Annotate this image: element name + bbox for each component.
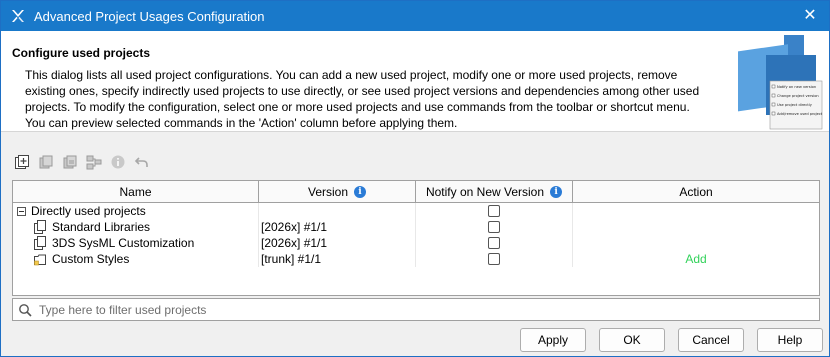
table-header: Name Version i Notify on New Version i Act… bbox=[13, 181, 819, 203]
project-icon bbox=[34, 220, 46, 234]
row-name: 3DS SysML Customization bbox=[52, 236, 195, 250]
column-header-name[interactable]: Name bbox=[13, 181, 259, 202]
header-title: Configure used projects bbox=[12, 46, 151, 60]
close-icon[interactable]: ✕ bbox=[801, 7, 819, 25]
row-version: [2026x] #1/1 bbox=[261, 220, 328, 234]
row-name: Standard Libraries bbox=[52, 220, 151, 234]
header-panel: Configure used projects This dialog list… bbox=[1, 31, 829, 132]
row-action-cell bbox=[573, 235, 819, 251]
group-action-cell bbox=[573, 203, 819, 219]
help-button[interactable]: Help bbox=[757, 328, 823, 352]
app-logo-icon bbox=[12, 10, 24, 22]
window-title: Advanced Project Usages Configuration bbox=[34, 8, 265, 24]
column-version-label: Version bbox=[307, 184, 349, 199]
group-name-cell: Directly used projects bbox=[13, 203, 259, 219]
dependencies-icon[interactable] bbox=[85, 153, 103, 171]
row-name: Custom Styles bbox=[52, 252, 130, 266]
folder-project-icon bbox=[34, 254, 46, 266]
table-row[interactable]: Standard Libraries [2026x] #1/1 bbox=[13, 219, 819, 235]
info-icon[interactable] bbox=[109, 153, 127, 171]
used-projects-table: Name Version i Notify on New Version i Act… bbox=[12, 180, 820, 296]
paste-icon[interactable] bbox=[61, 153, 79, 171]
table-row[interactable]: 3DS SysML Customization [2026x] #1/1 bbox=[13, 235, 819, 251]
art-line-2: Change project version bbox=[777, 94, 819, 98]
column-header-notify[interactable]: Notify on New Version i bbox=[416, 181, 573, 202]
table-row[interactable]: Custom Styles [trunk] #1/1 Add bbox=[13, 251, 819, 267]
row-version: [trunk] #1/1 bbox=[261, 252, 322, 266]
search-icon bbox=[19, 303, 32, 317]
add-project-icon[interactable] bbox=[13, 153, 31, 171]
title-bar: Advanced Project Usages Configuration ✕ bbox=[1, 1, 829, 31]
notify-checkbox[interactable] bbox=[488, 253, 500, 265]
filter-box bbox=[12, 298, 820, 321]
collapse-toggle-icon[interactable] bbox=[17, 206, 26, 216]
row-version-cell: [2026x] #1/1 bbox=[259, 219, 416, 235]
row-notify-cell bbox=[416, 251, 573, 267]
ok-button[interactable]: OK bbox=[599, 328, 665, 352]
column-notify-label: Notify on New Version bbox=[425, 184, 545, 199]
dialog-window: Advanced Project Usages Configuration ✕ … bbox=[0, 0, 830, 357]
project-icon bbox=[34, 236, 46, 250]
row-version-cell: [2026x] #1/1 bbox=[259, 235, 416, 251]
row-notify-cell bbox=[416, 235, 573, 251]
row-notify-cell bbox=[416, 219, 573, 235]
apply-button[interactable]: Apply bbox=[520, 328, 586, 352]
header-description: This dialog lists all used project confi… bbox=[25, 68, 700, 130]
notify-info-icon[interactable]: i bbox=[550, 185, 563, 198]
row-action-cell bbox=[573, 219, 819, 235]
notify-checkbox[interactable] bbox=[488, 237, 500, 249]
row-action: Add bbox=[685, 252, 707, 266]
header-illustration-icon: Notify on new version Change project ver… bbox=[738, 35, 823, 130]
undo-icon[interactable] bbox=[133, 153, 151, 171]
group-version-cell bbox=[259, 203, 416, 219]
column-name-label: Name bbox=[119, 184, 152, 199]
row-action-cell: Add bbox=[573, 251, 819, 267]
art-line-4: Add/remove used project bbox=[777, 112, 823, 116]
toolbar bbox=[13, 152, 151, 172]
row-name-cell: 3DS SysML Customization bbox=[13, 235, 259, 251]
filter-input[interactable] bbox=[37, 301, 797, 318]
row-version-cell: [trunk] #1/1 bbox=[259, 251, 416, 267]
group-row[interactable]: Directly used projects bbox=[13, 203, 819, 219]
row-version: [2026x] #1/1 bbox=[261, 236, 328, 250]
group-notify-checkbox[interactable] bbox=[488, 205, 500, 217]
column-header-action[interactable]: Action bbox=[573, 181, 819, 202]
group-notify-cell bbox=[416, 203, 573, 219]
version-info-icon[interactable]: i bbox=[354, 185, 367, 198]
art-line-3: Use project directly bbox=[777, 103, 813, 107]
notify-checkbox[interactable] bbox=[488, 221, 500, 233]
column-header-version[interactable]: Version i bbox=[259, 181, 416, 202]
row-name-cell: Standard Libraries bbox=[13, 219, 259, 235]
art-line-1: Notify on new version bbox=[777, 85, 816, 89]
row-name-cell: Custom Styles bbox=[13, 251, 259, 267]
column-action-label: Action bbox=[679, 184, 713, 199]
cancel-button[interactable]: Cancel bbox=[678, 328, 744, 352]
group-label: Directly used projects bbox=[31, 204, 146, 218]
copy-icon[interactable] bbox=[37, 153, 55, 171]
